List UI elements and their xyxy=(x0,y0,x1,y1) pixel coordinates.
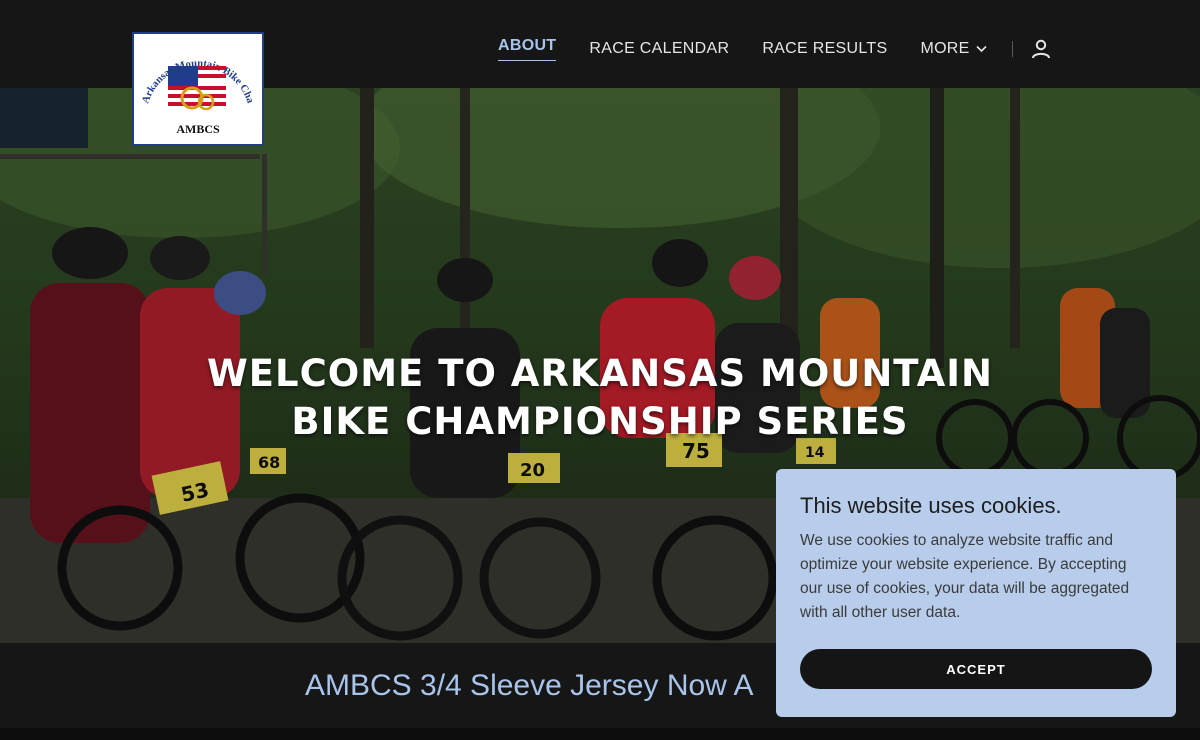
accept-cookies-button[interactable]: ACCEPT xyxy=(800,649,1152,689)
chevron-down-icon xyxy=(976,45,987,52)
cookie-body: We use cookies to analyze website traffi… xyxy=(800,532,1130,621)
hero-title: WELCOME TO ARKANSAS MOUNTAIN BIKE CHAMPI… xyxy=(0,350,1200,446)
site-logo[interactable]: Arkansas Mountain Bike Championship Seri… xyxy=(132,32,264,146)
cookie-title: This website uses cookies. xyxy=(800,493,1062,518)
nav-more-label: MORE xyxy=(920,39,970,57)
nav-more-dropdown[interactable]: MORE xyxy=(920,39,987,59)
announcement-text[interactable]: AMBCS 3/4 Sleeve Jersey Now A xyxy=(305,669,754,703)
nav-item-about[interactable]: ABOUT xyxy=(498,36,557,61)
nav-item-race-calendar[interactable]: RACE CALENDAR xyxy=(589,39,729,59)
logo-abbr: AMBCS xyxy=(176,122,220,136)
hero-title-line-2: BIKE CHAMPIONSHIP SERIES xyxy=(291,400,909,443)
user-icon[interactable] xyxy=(1031,39,1051,59)
nav-item-race-results[interactable]: RACE RESULTS xyxy=(762,39,887,59)
hero-title-line-1: WELCOME TO ARKANSAS MOUNTAIN xyxy=(206,352,994,395)
main-nav: ABOUT RACE CALENDAR RACE RESULTS MORE xyxy=(498,36,1051,61)
page-bottom-strip xyxy=(0,728,1200,740)
nav-separator xyxy=(1011,40,1013,57)
cookie-consent-dialog: This website uses cookies. We use cookie… xyxy=(776,469,1176,717)
